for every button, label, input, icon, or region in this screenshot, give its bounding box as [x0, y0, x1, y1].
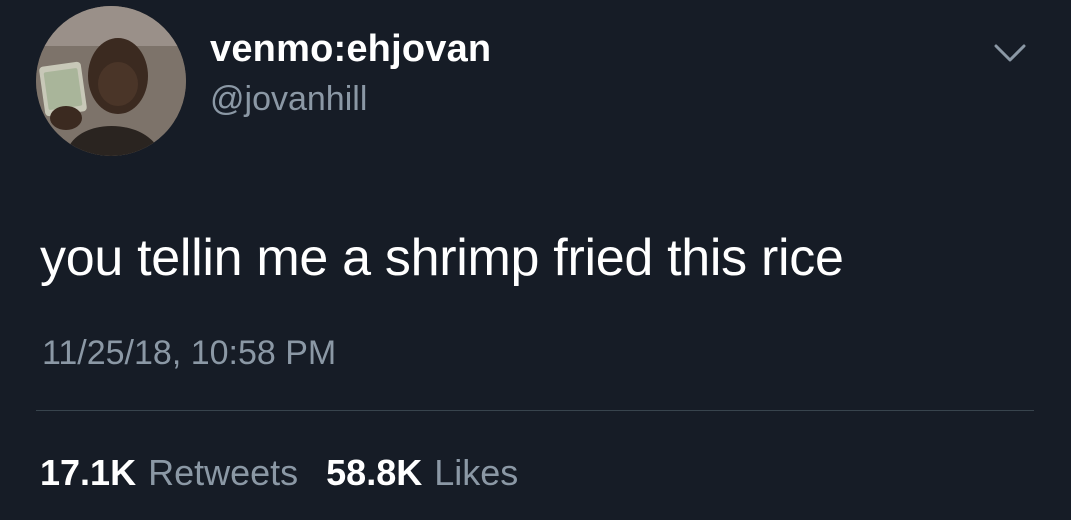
retweets-label: Retweets [148, 452, 299, 493]
user-handle[interactable]: @jovanhill [210, 80, 367, 119]
tweet-card: venmo:ehjovan @jovanhill you tellin me a… [0, 0, 1071, 520]
retweets-stat[interactable]: 17.1K Retweets [40, 452, 298, 494]
divider [36, 410, 1034, 411]
avatar[interactable] [36, 6, 186, 156]
likes-stat[interactable]: 58.8K Likes [326, 452, 518, 494]
chevron-down-icon[interactable] [992, 40, 1028, 66]
retweets-count: 17.1K [40, 452, 137, 493]
avatar-image [36, 6, 186, 156]
likes-count: 58.8K [326, 452, 423, 493]
tweet-timestamp[interactable]: 11/25/18, 10:58 PM [42, 334, 336, 373]
display-name[interactable]: venmo:ehjovan [210, 28, 491, 71]
tweet-stats: 17.1K Retweets 58.8K Likes [40, 452, 546, 494]
likes-label: Likes [434, 452, 519, 493]
tweet-text: you tellin me a shrimp fried this rice [40, 229, 844, 287]
